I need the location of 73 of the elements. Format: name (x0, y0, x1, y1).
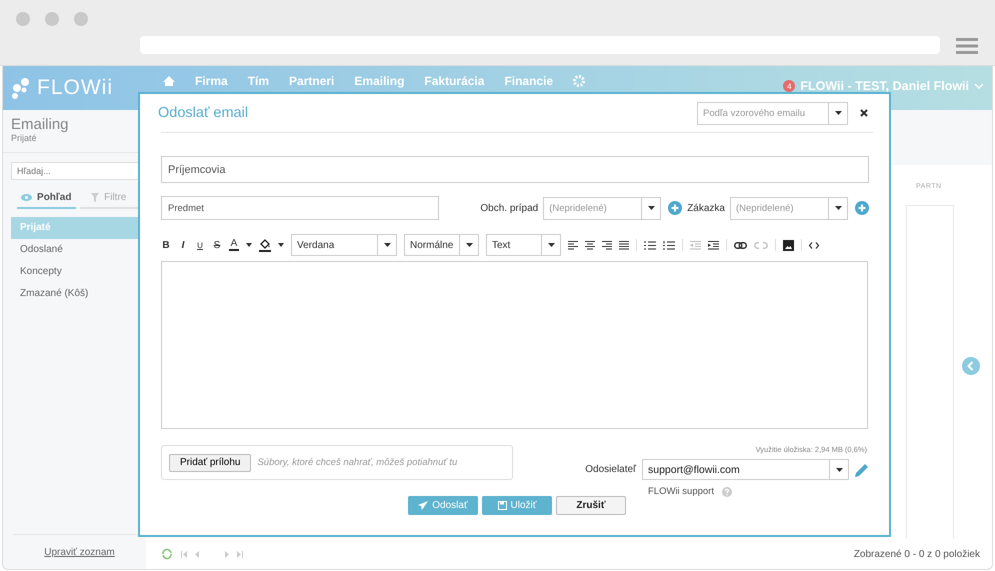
chevron-left-icon[interactable] (962, 357, 980, 375)
dropzone-hint: Súbory, ktoré chceš nahrať, môžeš potiahnuť tu (257, 457, 458, 468)
menu-icon[interactable] (956, 38, 978, 54)
attachment-dropzone[interactable]: Pridať prílohu Súbory, ktoré chceš nahrať, môžeš potiahnuť tu (161, 445, 513, 480)
caret-icon (384, 243, 390, 247)
format-button[interactable]: I (178, 240, 188, 250)
field-label: Obch. prípad (480, 202, 538, 214)
field-label: Odosielateľ (585, 464, 636, 475)
refresh-icon[interactable] (161, 548, 173, 560)
text-color-button[interactable]: A (229, 239, 239, 251)
home-icon[interactable] (163, 76, 175, 86)
dialog-title: Odoslať email (158, 105, 248, 121)
next-page-icon[interactable] (225, 550, 229, 558)
view-tab[interactable]: Pohľad (17, 192, 76, 209)
justify-icon[interactable] (619, 240, 629, 250)
window-control-icon[interactable] (45, 12, 59, 26)
caret-icon (548, 243, 554, 247)
format-button[interactable]: B (161, 240, 171, 250)
image-icon[interactable] (783, 240, 794, 250)
sender-dropdown[interactable]: support@flowii.com (642, 459, 849, 480)
align-right-icon[interactable] (602, 240, 612, 250)
caret-icon (466, 243, 472, 247)
format-dropdown[interactable]: Text (486, 234, 561, 256)
unlink-icon[interactable] (754, 242, 768, 248)
first-page-icon[interactable] (181, 550, 187, 558)
font-dropdown[interactable]: Verdana (291, 234, 397, 256)
close-icon[interactable] (860, 109, 868, 117)
field-label: Zákazka (687, 202, 725, 214)
subject-field[interactable]: Predmet (161, 196, 439, 220)
edit-list-link[interactable]: Upraviť zoznam (44, 546, 115, 558)
section-title: Emailing (10, 115, 70, 133)
paper-plane-icon (418, 501, 428, 510)
help-icon[interactable] (722, 486, 732, 496)
logo-text: FLOWii (37, 76, 113, 100)
caret-icon (836, 468, 842, 472)
sender-name: FLOWii support (648, 486, 714, 497)
outdent-icon[interactable] (690, 240, 701, 250)
filter-icon (91, 193, 100, 202)
window-control-icon[interactable] (16, 12, 30, 26)
indent-icon[interactable] (708, 240, 719, 250)
eye-icon (21, 194, 32, 201)
link-icon[interactable] (734, 242, 747, 248)
add-icon[interactable] (855, 201, 869, 215)
order-dropdown[interactable]: (Nepridelené) (730, 196, 848, 220)
bullet-list-icon[interactable] (644, 240, 656, 250)
template-dropdown[interactable]: Podľa vzorového emailu (697, 102, 848, 124)
business-case-dropdown[interactable]: (Nepridelené) (543, 196, 662, 220)
item-count-text: Zobrazené 0 - 0 z 0 položiek (854, 548, 980, 560)
last-page-icon[interactable] (237, 550, 243, 558)
caret-icon (834, 206, 842, 210)
caret-icon[interactable] (278, 243, 284, 247)
fill-bucket-icon[interactable] (259, 238, 271, 252)
format-button[interactable]: U (195, 240, 205, 250)
add-attachment-button[interactable]: Pridať prílohu (169, 454, 252, 472)
add-icon[interactable] (668, 201, 682, 215)
droplets-logo-icon (11, 77, 31, 99)
align-center-icon[interactable] (585, 240, 595, 250)
numbered-list-icon[interactable] (663, 240, 675, 250)
section-subtitle: Prijaté (10, 133, 38, 143)
recipients-field[interactable]: Príjemcovia (161, 156, 869, 183)
chevron-down-icon[interactable] (974, 83, 984, 89)
search-field[interactable]: Hľadaj... (11, 162, 140, 180)
cancel-button[interactable]: Zrušiť (556, 496, 626, 515)
align-left-icon[interactable] (568, 240, 578, 250)
format-button[interactable]: S (212, 240, 222, 250)
size-dropdown[interactable]: Normálne (404, 234, 479, 256)
window-control-icon[interactable] (74, 12, 88, 26)
notification-badge[interactable]: 4 (783, 80, 796, 92)
code-icon[interactable] (809, 242, 819, 248)
caret-icon (648, 206, 655, 210)
caret-icon[interactable] (246, 243, 252, 247)
previous-page-icon[interactable] (195, 550, 199, 558)
pencil-icon[interactable] (855, 462, 869, 476)
